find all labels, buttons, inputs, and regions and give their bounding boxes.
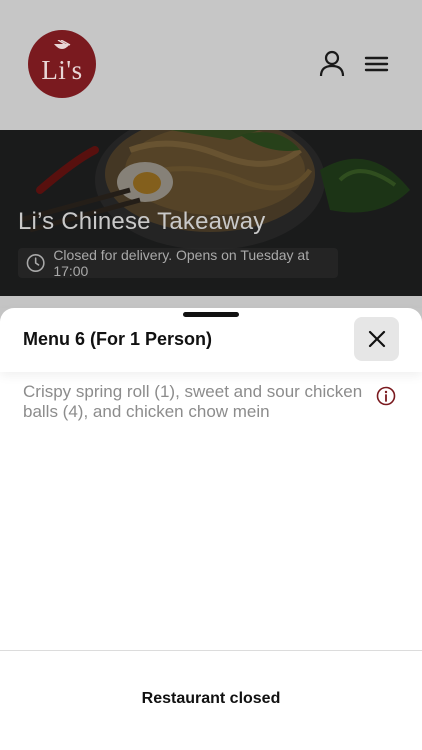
item-description: Crispy spring roll (1), sweet and sour c… — [23, 382, 363, 421]
bowl-icon — [54, 40, 71, 49]
close-icon — [368, 330, 385, 348]
hamburger-menu-icon[interactable] — [363, 50, 391, 78]
footer-divider — [0, 650, 422, 651]
sheet-drag-handle[interactable] — [183, 312, 239, 317]
close-button[interactable] — [354, 317, 399, 361]
restaurant-closed-label: Restaurant closed — [141, 690, 281, 707]
hero-banner: Li’s Chinese Takeaway Closed for deliver… — [0, 130, 422, 296]
restaurant-name: Li’s Chinese Takeaway — [18, 208, 266, 235]
app-header: Li's — [0, 0, 422, 130]
clock-icon — [26, 254, 45, 272]
restaurant-logo[interactable]: Li's — [28, 30, 96, 98]
item-bottom-sheet: Menu 6 (For 1 Person) Crispy spring roll… — [0, 308, 422, 750]
page: Li's Li’s Chinese Takeaway Closed for de… — [0, 0, 422, 750]
user-icon[interactable] — [318, 50, 346, 78]
info-icon[interactable] — [376, 386, 396, 406]
delivery-status: Closed for delivery. Opens on Tuesday at… — [18, 247, 338, 279]
logo-text: Li's — [41, 54, 83, 85]
sheet-header: Menu 6 (For 1 Person) — [0, 308, 422, 372]
status-text: Closed for delivery. Opens on Tuesday at… — [53, 247, 310, 279]
item-title: Menu 6 (For 1 Person) — [23, 329, 213, 349]
